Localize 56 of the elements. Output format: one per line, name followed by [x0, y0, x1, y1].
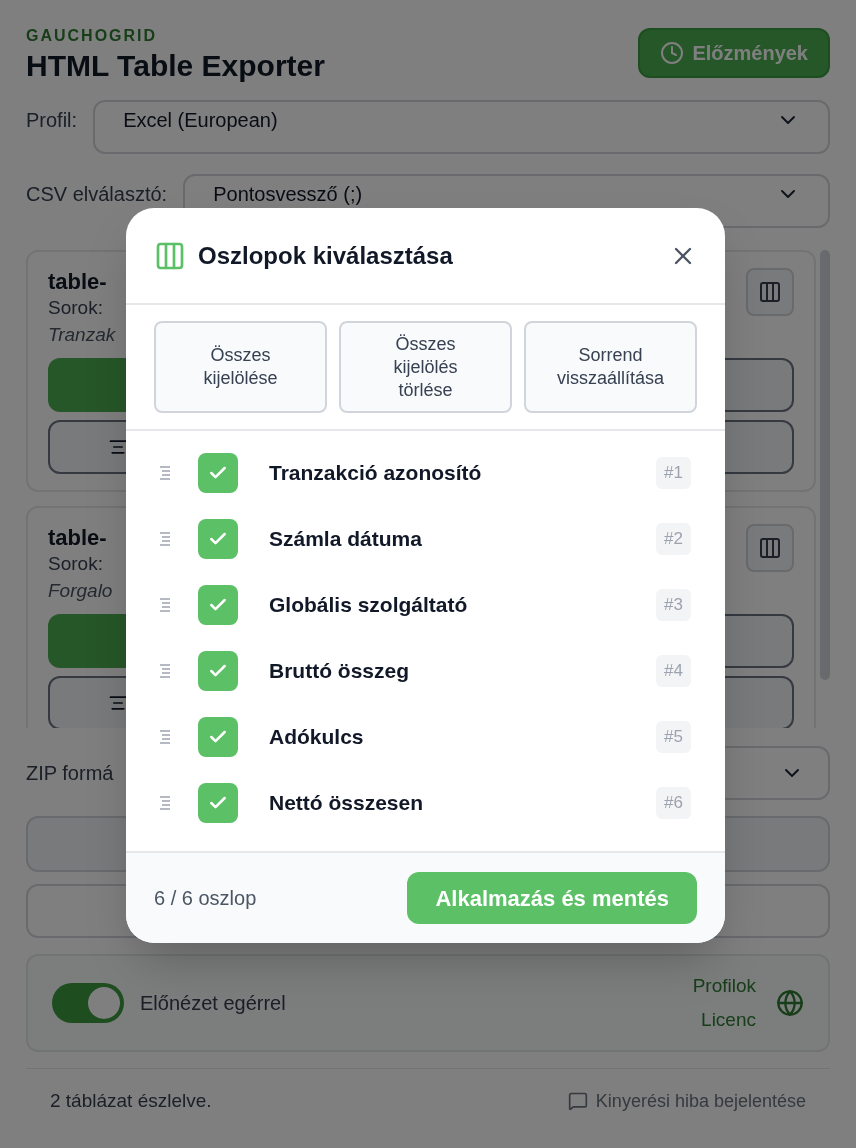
columns-button[interactable] — [746, 268, 794, 316]
lines-icon — [108, 437, 128, 457]
bulk-action-button[interactable]: Sorrend visszaállítása — [524, 321, 697, 413]
footer-link[interactable]: Licenc — [701, 1007, 756, 1033]
column-checkbox[interactable] — [198, 453, 238, 493]
column-checkbox[interactable] — [198, 717, 238, 757]
select-field[interactable]: Excel (European) — [93, 100, 830, 154]
dialog-title: Oszlopok kiválasztása — [198, 240, 453, 271]
columns-button[interactable] — [746, 524, 794, 572]
drag-handle-icon[interactable] — [160, 664, 170, 678]
order-badge: #5 — [656, 721, 691, 753]
app-title: HTML Table Exporter — [26, 48, 325, 84]
order-badge: #6 — [656, 787, 691, 819]
column-name: Bruttó összeg — [269, 658, 410, 685]
table-description: Tranzak — [48, 323, 116, 347]
preview-toggle[interactable] — [52, 983, 124, 1023]
columns-icon — [758, 536, 782, 560]
setting-label: CSV elválasztó: — [26, 182, 168, 206]
column-name: Nettó összesen — [269, 790, 425, 817]
toggle-label: Előnézet egérrel — [140, 991, 286, 1016]
column-checkbox[interactable] — [198, 651, 238, 691]
column-checkbox[interactable] — [198, 585, 238, 625]
column-checkbox[interactable] — [198, 519, 238, 559]
brand-label: GAUCHOGRID — [26, 26, 159, 46]
drag-handle-icon[interactable] — [160, 532, 170, 546]
column-name: Tranzakció azonosító — [269, 460, 483, 487]
drag-handle-icon[interactable] — [160, 466, 170, 480]
order-badge: #1 — [656, 457, 691, 489]
table-name: table- — [48, 524, 108, 552]
table-description: Forgalo — [48, 579, 113, 603]
column-name: Adókulcs — [269, 724, 365, 751]
row-count: Sorok: — [48, 296, 104, 320]
setting-label: ZIP formá — [26, 761, 114, 786]
clock-icon — [660, 41, 685, 65]
order-badge: #2 — [656, 523, 691, 555]
order-badge: #4 — [656, 655, 691, 687]
order-badge: #3 — [656, 589, 691, 621]
status-text: 2 táblázat észlelve. — [50, 1089, 212, 1113]
table-name: table- — [48, 268, 108, 296]
drag-handle-icon[interactable] — [160, 598, 170, 612]
footer-link[interactable]: Profilok — [692, 973, 756, 999]
drag-handle-icon[interactable] — [160, 730, 170, 744]
message-icon — [567, 1091, 588, 1112]
column-count: 6 / 6 oszlop — [154, 886, 257, 911]
drag-handle-icon[interactable] — [160, 796, 170, 810]
column-checkbox[interactable] — [198, 783, 238, 823]
bulk-action-button[interactable]: Összes kijelölés törlése — [339, 321, 512, 413]
columns-icon — [758, 280, 782, 304]
row-count: Sorok: — [48, 552, 104, 576]
setting-label: Profil: — [26, 108, 78, 132]
column-name: Globális szolgáltató — [269, 592, 469, 619]
report-link[interactable]: Kinyerési hiba bejelentése — [567, 1087, 806, 1115]
column-name: Számla dátuma — [269, 526, 423, 553]
bulk-action-button[interactable]: Összes kijelölése — [154, 321, 327, 413]
globe-icon[interactable] — [776, 989, 804, 1017]
lines-icon — [108, 693, 128, 713]
